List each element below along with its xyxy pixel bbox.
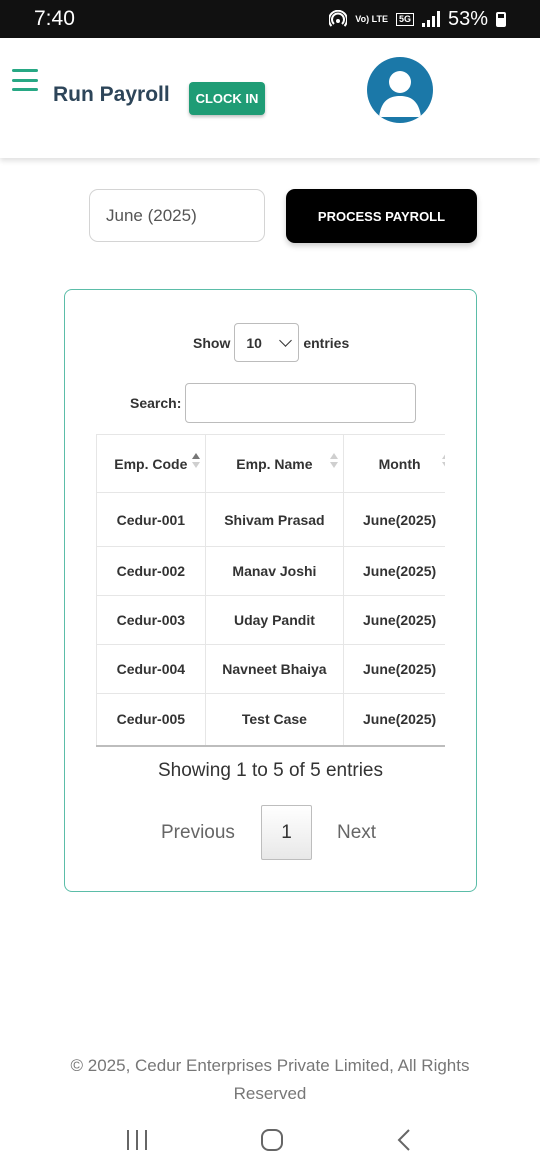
entries-select[interactable]: 10 <box>234 323 300 362</box>
table-row[interactable]: Cedur-004 Navneet Bhaiya June(2025) <box>96 644 445 694</box>
footer-copyright: © 2025, Cedur Enterprises Private Limite… <box>70 1056 470 1103</box>
recents-icon[interactable] <box>125 1129 149 1151</box>
month-field[interactable]: June (2025) <box>89 189 265 242</box>
column-header-month[interactable]: Month <box>343 434 445 493</box>
cell-emp-name: Test Case <box>204 693 345 747</box>
volte-indicator: Vo) LTE <box>355 13 388 24</box>
hotspot-icon <box>329 10 348 27</box>
table-row[interactable]: Cedur-002 Manav Joshi June(2025) <box>96 546 445 596</box>
cell-emp-name: Manav Joshi <box>204 546 345 596</box>
column-header-emp-code[interactable]: Emp. Code <box>96 434 206 493</box>
entries-select-value: 10 <box>246 334 262 351</box>
app-header: Run Payroll CLOCK IN <box>0 38 540 158</box>
search-control: Search: <box>130 383 417 423</box>
cell-emp-code: Cedur-004 <box>96 644 206 694</box>
cell-emp-code: Cedur-001 <box>96 492 206 547</box>
cell-month: June(2025) <box>343 644 445 694</box>
entries-label: entries <box>303 334 350 351</box>
cell-month: June(2025) <box>343 595 445 645</box>
sort-icon <box>191 453 200 468</box>
table-info: Showing 1 to 5 of 5 entries <box>158 760 383 781</box>
system-nav-bar <box>0 1110 540 1170</box>
user-avatar-icon[interactable] <box>367 57 433 123</box>
5g-indicator: 5G <box>395 12 414 26</box>
previous-page-button[interactable]: Previous <box>161 822 261 844</box>
table-header-row: Emp. Code Emp. Name Month <box>96 434 445 493</box>
status-icons: Vo) LTE 5G 53% <box>329 8 506 31</box>
signal-icon <box>421 11 440 27</box>
cell-month: June(2025) <box>343 492 445 547</box>
cell-emp-code: Cedur-002 <box>96 546 206 596</box>
sort-icon <box>330 453 339 468</box>
home-icon[interactable] <box>260 1128 284 1152</box>
pagination: Previous 1 Next <box>161 805 376 860</box>
clock-in-button[interactable]: CLOCK IN <box>189 82 265 115</box>
column-header-emp-name[interactable]: Emp. Name <box>204 434 345 493</box>
cell-emp-code: Cedur-005 <box>96 693 206 747</box>
show-label: Show <box>193 334 231 351</box>
payroll-table-card: Show 10 entries Search: Emp. Code Emp. N… <box>64 289 477 892</box>
process-payroll-button[interactable]: PROCESS PAYROLL <box>286 189 477 243</box>
payroll-table: Emp. Code Emp. Name Month Cedur-001 Shiv… <box>96 434 445 747</box>
cell-emp-name: Navneet Bhaiya <box>204 644 345 694</box>
page-title: Run Payroll <box>53 83 170 106</box>
page-1-button[interactable]: 1 <box>261 805 312 860</box>
battery-percent: 53% <box>447 7 488 30</box>
table-row[interactable]: Cedur-001 Shivam Prasad June(2025) <box>96 492 445 547</box>
table-scroll-container[interactable]: Emp. Code Emp. Name Month Cedur-001 Shiv… <box>96 434 445 747</box>
sort-icon <box>442 453 445 468</box>
next-page-button[interactable]: Next <box>337 822 376 844</box>
cell-emp-name: Shivam Prasad <box>204 492 345 547</box>
status-bar: 7:40 Vo) LTE 5G 53% <box>0 0 540 38</box>
cell-month: June(2025) <box>343 693 445 747</box>
hamburger-icon[interactable] <box>12 69 38 91</box>
entries-length-control: Show 10 entries <box>193 323 349 362</box>
cell-emp-code: Cedur-003 <box>96 595 206 645</box>
table-row[interactable]: Cedur-003 Uday Pandit June(2025) <box>96 595 445 645</box>
status-time: 7:40 <box>34 7 75 30</box>
search-input[interactable] <box>185 383 417 423</box>
cell-month: June(2025) <box>343 546 445 596</box>
battery-icon <box>496 11 506 27</box>
search-label: Search: <box>130 395 182 411</box>
chevron-down-icon <box>279 333 293 347</box>
table-row[interactable]: Cedur-005 Test Case June(2025) <box>96 693 445 747</box>
back-icon[interactable] <box>395 1128 415 1152</box>
cell-emp-name: Uday Pandit <box>204 595 345 645</box>
